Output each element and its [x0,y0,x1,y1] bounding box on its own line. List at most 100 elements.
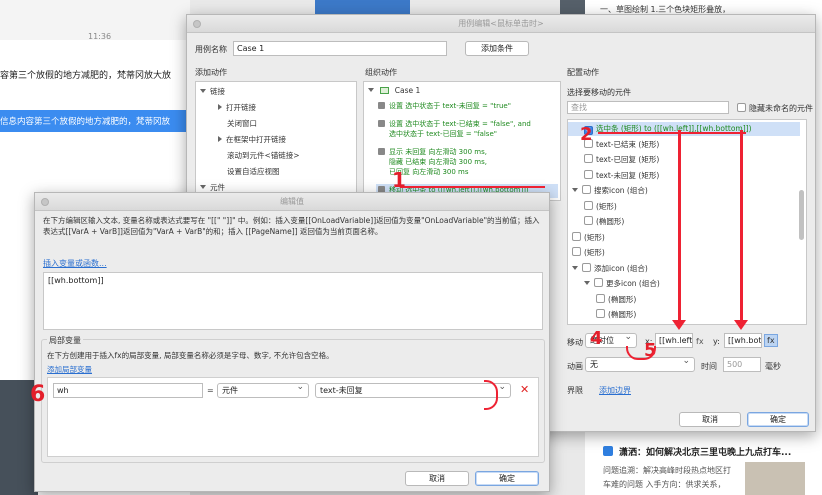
chevron-down-icon[interactable] [572,265,578,270]
checked-checkbox-icon[interactable]: ✓ [584,126,593,135]
case-editor-titlebar[interactable]: 用例编辑<鼠标单击时> [187,15,815,33]
checkbox-icon[interactable] [584,169,593,179]
widget-tree-item[interactable]: (矩形) [568,246,800,260]
widget-tree-label: 搜索icon (组合) [594,186,648,195]
search-input[interactable]: 查找 [567,101,729,114]
background-news-icon [603,446,613,456]
local-vars-description: 在下方创建用于插入fx的局部变量, 局部变量名称必须是字母、数字, 不允许包含空… [47,351,334,360]
widget-tree-item[interactable]: text-已结束 (矩形) [568,138,800,152]
widget-tree-label: text-已结束 (矩形) [596,139,660,149]
widget-tree-label: 选中条 (矩形) to ([[wh.left]],[[wh.bottom]]) [596,124,752,133]
add-condition-button[interactable]: 添加条件 [465,41,529,56]
background-news-title: 潇洒：如何解决北京三里屯晚上九点打车... [619,448,792,458]
widget-tree-item[interactable]: text-未回复 (矩形) [568,169,800,183]
widget-tree-item[interactable]: 添加icon (组合) [568,262,800,276]
config-panel: 选择要移动的元件 查找 隐藏未命名的元件 ✓ 选中条 (矩形) to ([[wh.… [565,81,813,411]
add-action-label: 打开链接 [226,103,256,112]
organize-action-item[interactable]: 显示 未回复 向左滑动 300 ms, 隐藏 已结束 向左滑动 300 ms, 已回… [376,146,558,180]
widget-tree-item[interactable]: ✓ 选中条 (矩形) to ([[wh.left]],[[wh.bottom]]) [568,122,800,136]
insert-variable-link[interactable]: 插入变量或函数... [43,258,107,269]
config-action-header: 配置动作 [567,68,599,77]
widget-tree-item[interactable]: 更多icon (组合) [568,277,800,291]
case-name-label: 用例名称 [195,45,227,54]
animation-select[interactable]: 无 [585,355,695,372]
case-ok-button[interactable]: 确定 [747,412,809,427]
checkbox-icon[interactable] [572,231,581,241]
add-action-item[interactable]: 在框架中打开链接 [218,134,286,145]
scrollbar[interactable] [799,190,804,240]
action-icon [378,120,385,127]
ms-label: 毫秒 [765,362,781,371]
widget-tree-item[interactable]: (矩形) [568,200,800,214]
local-var-target-select[interactable]: text-未回复 [315,381,511,398]
organize-action-panel: Case 1 设置 选中状态于 text-未回复 = "true" 设置 选中状态… [363,81,561,201]
organize-action-text: 已回复 向左滑动 300 ms [389,168,469,176]
chevron-down-icon[interactable] [572,188,578,192]
add-bounds-link[interactable]: 添加边界 [599,385,631,396]
background-thumbnail [745,462,805,495]
local-var-name-input[interactable]: wh [53,383,203,398]
checkbox-icon[interactable] [584,154,593,163]
add-action-label: 关闭窗口 [227,119,257,128]
action-icon [378,102,385,109]
widget-tree-label: (矩形) [584,248,605,257]
time-input[interactable]: 500 [723,357,761,372]
add-local-var-link[interactable]: 添加局部变量 [47,364,92,375]
checkbox-icon[interactable] [582,185,591,194]
widget-tree-item[interactable]: (椭圆形) [568,293,800,307]
case-editor-title: 用例编辑<鼠标单击时> [458,19,544,28]
x-fx-button[interactable]: fx [696,337,704,346]
widget-tree-item[interactable]: (椭圆形) [568,308,800,322]
close-dot-icon[interactable] [193,20,201,28]
x-input[interactable]: [[wh.left]] [655,333,693,348]
widget-tree-item[interactable]: (矩形) [568,231,800,245]
widget-tree-label: (矩形) [596,201,617,211]
chevron-right-icon [218,104,222,110]
organize-action-text: 隐藏 已结束 向左滑动 300 ms, [389,158,487,166]
checkbox-icon[interactable] [584,138,593,148]
value-editor-titlebar[interactable]: 编辑值 [35,193,549,211]
y-fx-button[interactable]: fx [764,334,778,347]
background-news-body: 问题追溯：解决高峰时段热点地区打 [603,466,731,475]
case-node[interactable]: Case 1 [368,86,420,95]
organize-action-item[interactable]: 设置 选中状态于 text-已结束 = "false", and 选中状态于 te… [376,118,558,142]
widget-tree-item[interactable]: 搜索icon (组合) [568,184,800,198]
checkbox-icon[interactable] [584,200,593,210]
value-cancel-button[interactable]: 取消 [405,471,469,486]
background-news-body: 车难的问题 入手方向：供求关系， [603,480,726,489]
checkbox-icon[interactable] [572,247,581,256]
bounds-label: 界限 [567,386,583,395]
chevron-down-icon[interactable] [584,281,590,285]
widget-tree-item[interactable]: text-已回复 (矩形) [568,153,800,167]
hide-unnamed-checkbox[interactable]: 隐藏未命名的元件 [737,103,813,114]
local-var-type-select[interactable]: 元件 [217,381,309,398]
y-input[interactable]: [[wh.bottom]] [724,333,762,348]
add-action-label: 链接 [210,87,225,96]
background-time: 11:36 [88,32,112,41]
checkbox-icon[interactable] [594,278,603,287]
add-action-item[interactable]: 滚动到元件<锚链接> [218,150,300,161]
checkbox-icon[interactable] [584,216,593,225]
delete-local-var-icon[interactable]: ✕ [520,383,529,396]
checkbox-icon[interactable] [582,262,591,272]
add-action-item[interactable]: 链接 [200,86,225,97]
add-action-item[interactable]: 打开链接 [218,102,256,113]
value-ok-button[interactable]: 确定 [475,471,539,486]
widget-tree-item[interactable]: (椭圆形) [568,215,800,229]
checkbox-icon[interactable] [596,293,605,303]
organize-action-text: 设置 选中状态于 text-已结束 = "false", and [389,120,531,128]
add-action-item[interactable]: 关闭窗口 [218,118,257,129]
checkbox-icon[interactable] [596,309,605,318]
value-textarea[interactable]: [[wh.bottom]] [43,272,543,330]
close-dot-icon[interactable] [41,198,49,206]
widget-tree-panel: ✓ 选中条 (矩形) to ([[wh.left]],[[wh.bottom]])… [567,119,807,325]
choose-widget-label: 选择要移动的元件 [567,88,631,97]
organize-action-item[interactable]: 设置 选中状态于 text-未回复 = "true" [376,100,558,114]
background-text-line-white: 信息内容第三个放假的地方减肥的，梵蒂冈放 [0,117,171,127]
move-mode-select[interactable]: 绝对位 [585,331,637,348]
hide-unnamed-label: 隐藏未命名的元件 [749,104,813,113]
case-name-input[interactable]: Case 1 [233,41,447,56]
case-cancel-button[interactable]: 取消 [679,412,741,427]
add-action-label: 元件 [210,183,225,192]
add-action-item[interactable]: 设置自适应视图 [218,166,280,177]
